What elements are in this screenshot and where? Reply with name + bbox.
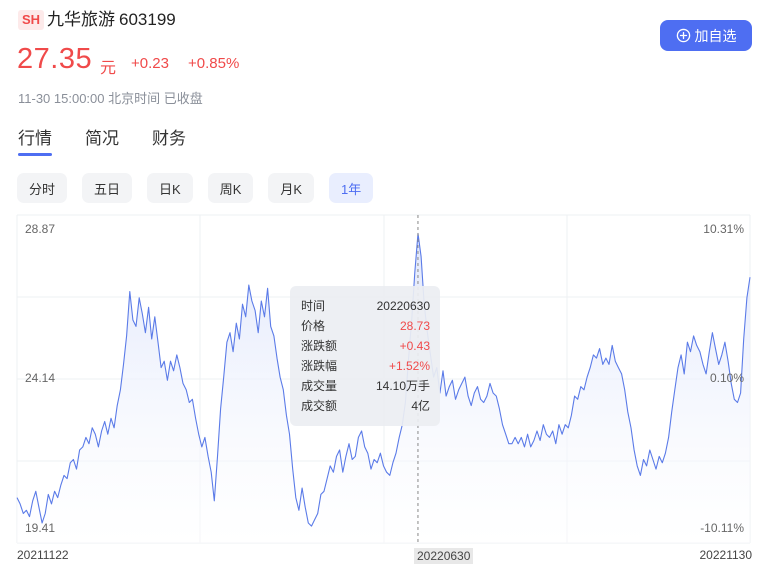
period-selector: 分时 五日 日K 周K 月K 1年 — [17, 173, 374, 203]
y-pct-bottom: -10.11% — [700, 521, 744, 535]
price-change: +0.23 — [131, 55, 169, 72]
add-to-watchlist-label: 加自选 — [694, 27, 737, 44]
tooltip-row: 时间 20220630 — [301, 296, 430, 316]
tab-finance[interactable]: 财务 — [152, 124, 186, 156]
y-pct-mid: 0.10% — [709, 371, 744, 385]
tooltip-value: 4亿 — [411, 399, 430, 413]
tooltip-row: 成交额 4亿 — [301, 396, 430, 416]
add-to-watchlist-button[interactable]: 加自选 — [660, 20, 752, 51]
tab-quotes[interactable]: 行情 — [18, 124, 52, 156]
stock-title: 九华旅游 603199 — [47, 9, 176, 31]
tooltip-row: 涨跌额 +0.43 — [301, 336, 430, 356]
y-tick-mid: 24.14 — [25, 371, 56, 385]
tooltip-row: 价格 28.73 — [301, 316, 430, 336]
market-badge: SH — [18, 10, 45, 30]
period-five-day[interactable]: 五日 — [82, 173, 133, 203]
x-tick-end: 20221130 — [699, 548, 753, 562]
market-status: 11-30 15:00:00 北京时间 已收盘 — [18, 91, 203, 106]
tooltip-row: 成交量 14.10万手 — [301, 376, 430, 396]
main-tabs: 行情 简况 财务 — [18, 124, 186, 156]
tooltip-value: 20220630 — [376, 299, 430, 313]
price-change-percent: +0.85% — [188, 55, 240, 72]
tooltip-row: 涨跌幅 +1.52% — [301, 356, 430, 376]
tooltip-key: 成交额 — [301, 399, 338, 413]
chart-tooltip: 时间 20220630 价格 28.73 涨跌额 +0.43 涨跌幅 +1.52% 成交… — [290, 286, 440, 426]
x-tick-start: 20211122 — [17, 548, 69, 562]
tooltip-key: 价格 — [301, 319, 326, 333]
period-one-year[interactable]: 1年 — [329, 173, 374, 203]
current-price: 27.35 — [17, 43, 93, 75]
plus-circle-icon — [676, 28, 690, 43]
y-pct-top: 10.31% — [703, 222, 744, 236]
period-intraday[interactable]: 分时 — [17, 173, 68, 203]
tooltip-value: +0.43 — [399, 339, 430, 353]
period-monthly-k[interactable]: 月K — [268, 173, 315, 203]
tooltip-key: 成交量 — [301, 379, 338, 393]
price-unit: 元 — [100, 60, 117, 77]
tooltip-key: 时间 — [301, 299, 326, 313]
tooltip-value: +1.52% — [388, 359, 430, 373]
y-tick-top: 28.87 — [25, 222, 56, 236]
stock-name: 九华旅游 — [47, 10, 115, 29]
tab-profile[interactable]: 简况 — [85, 124, 119, 156]
tooltip-key: 涨跌额 — [301, 339, 338, 353]
tooltip-value: 14.10万手 — [375, 379, 430, 393]
x-tick-highlight: 20220630 — [414, 548, 474, 564]
period-daily-k[interactable]: 日K — [147, 173, 193, 203]
y-tick-bottom: 19.41 — [25, 521, 56, 535]
tooltip-key: 涨跌幅 — [301, 359, 338, 373]
stock-code: 603199 — [119, 10, 176, 29]
tooltip-value: 28.73 — [399, 319, 430, 333]
period-weekly-k[interactable]: 周K — [207, 173, 254, 203]
